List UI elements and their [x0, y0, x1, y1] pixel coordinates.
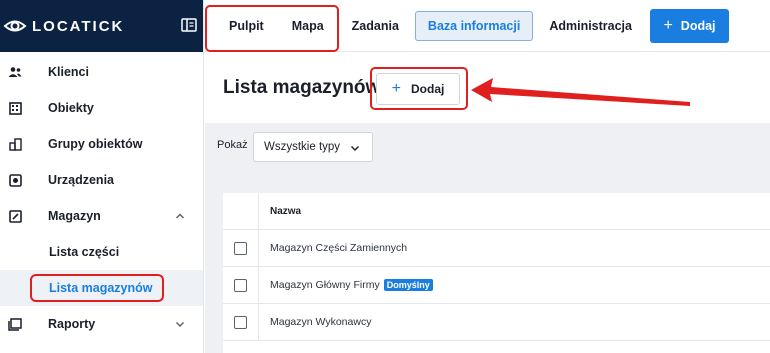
sidebar-item-obiekty[interactable]: Obiekty: [0, 90, 203, 126]
row-checkbox[interactable]: [234, 278, 247, 292]
warehouse-name[interactable]: Magazyn Główny Firmy: [270, 279, 380, 291]
sidebar-item-label: Raporty: [48, 317, 96, 331]
table-row[interactable]: Magazyn Główny Firmy Domyślny: [223, 267, 770, 304]
annotation-arrow: [471, 78, 690, 106]
sidebar-item-grupy-obiektow[interactable]: Grupy obiektów: [0, 126, 203, 162]
users-icon: [8, 65, 22, 79]
plus-icon: +: [663, 17, 673, 34]
warehouse-table: Nazwa Magazyn Części Zamiennych Magazyn …: [223, 193, 770, 353]
page-title: Lista magazynów: [223, 77, 381, 98]
sidebar-item-klienci[interactable]: Klienci: [0, 54, 203, 90]
tab-zadania[interactable]: Zadania: [338, 10, 413, 42]
column-header-nazwa[interactable]: Nazwa: [259, 206, 301, 217]
sidebar-item-label: Magazyn: [48, 209, 101, 223]
warehouse-name[interactable]: Magazyn Części Zamiennych: [270, 242, 407, 254]
sidebar-item-magazyn[interactable]: Magazyn: [0, 198, 203, 234]
default-badge: Domyślny: [383, 279, 433, 291]
sidebar: LOCATICK Klienci Obiekty Grupy obiektów …: [0, 0, 204, 353]
sidebar-item-label: Obiekty: [48, 101, 94, 115]
device-icon: [8, 173, 22, 187]
chevron-down-icon: [350, 143, 360, 153]
row-checkbox-cell: [223, 304, 259, 340]
highlight-box-add-button: [370, 67, 468, 110]
sidebar-subitem-lista-czesci[interactable]: Lista części: [0, 234, 203, 270]
buildings-group-icon: [8, 137, 22, 151]
sidebar-item-urzadzenia[interactable]: Urządzenia: [0, 162, 203, 198]
row-checkbox-cell: [223, 230, 259, 266]
table-header-row: Nazwa: [223, 193, 770, 230]
highlight-box-sidebar: [30, 274, 164, 302]
reports-icon: [8, 317, 22, 331]
chevron-up-icon: [175, 210, 185, 220]
brand-bar: LOCATICK: [0, 0, 203, 52]
eye-logo-icon: [3, 14, 27, 38]
sidebar-toggle-icon[interactable]: [181, 18, 197, 32]
row-checkbox[interactable]: [234, 315, 247, 329]
tab-baza-informacji[interactable]: Baza informacji: [414, 10, 534, 41]
sidebar-item-label: Klienci: [48, 65, 89, 79]
type-filter-value: Wszystkie typy: [264, 141, 341, 153]
building-icon: [8, 101, 22, 115]
row-checkbox[interactable]: [234, 241, 247, 255]
add-button-label: Dodaj: [680, 19, 716, 33]
sidebar-subitem-label: Lista części: [49, 245, 120, 259]
warehouse-name[interactable]: Magazyn Wykonawcy: [270, 316, 371, 328]
header-checkbox-cell: [223, 193, 259, 229]
add-button-top[interactable]: + Dodaj: [650, 9, 729, 43]
filter-label: Pokaż: [217, 139, 248, 151]
sidebar-item-label: Urządzenia: [48, 173, 114, 187]
table-row[interactable]: Magazyn Części Zamiennych: [223, 230, 770, 267]
sidebar-item-raporty[interactable]: Raporty: [0, 306, 203, 342]
table-row[interactable]: Magazyn Wykonawcy: [223, 304, 770, 341]
row-checkbox-cell: [223, 267, 259, 303]
highlight-box-tab: [205, 5, 339, 52]
warehouse-icon: [8, 209, 22, 223]
type-filter-select[interactable]: Wszystkie typy: [253, 132, 373, 162]
tab-administracja[interactable]: Administracja: [535, 10, 646, 42]
brand-name: LOCATICK: [32, 17, 125, 35]
sidebar-item-label: Grupy obiektów: [48, 137, 143, 151]
chevron-down-icon: [175, 318, 185, 328]
